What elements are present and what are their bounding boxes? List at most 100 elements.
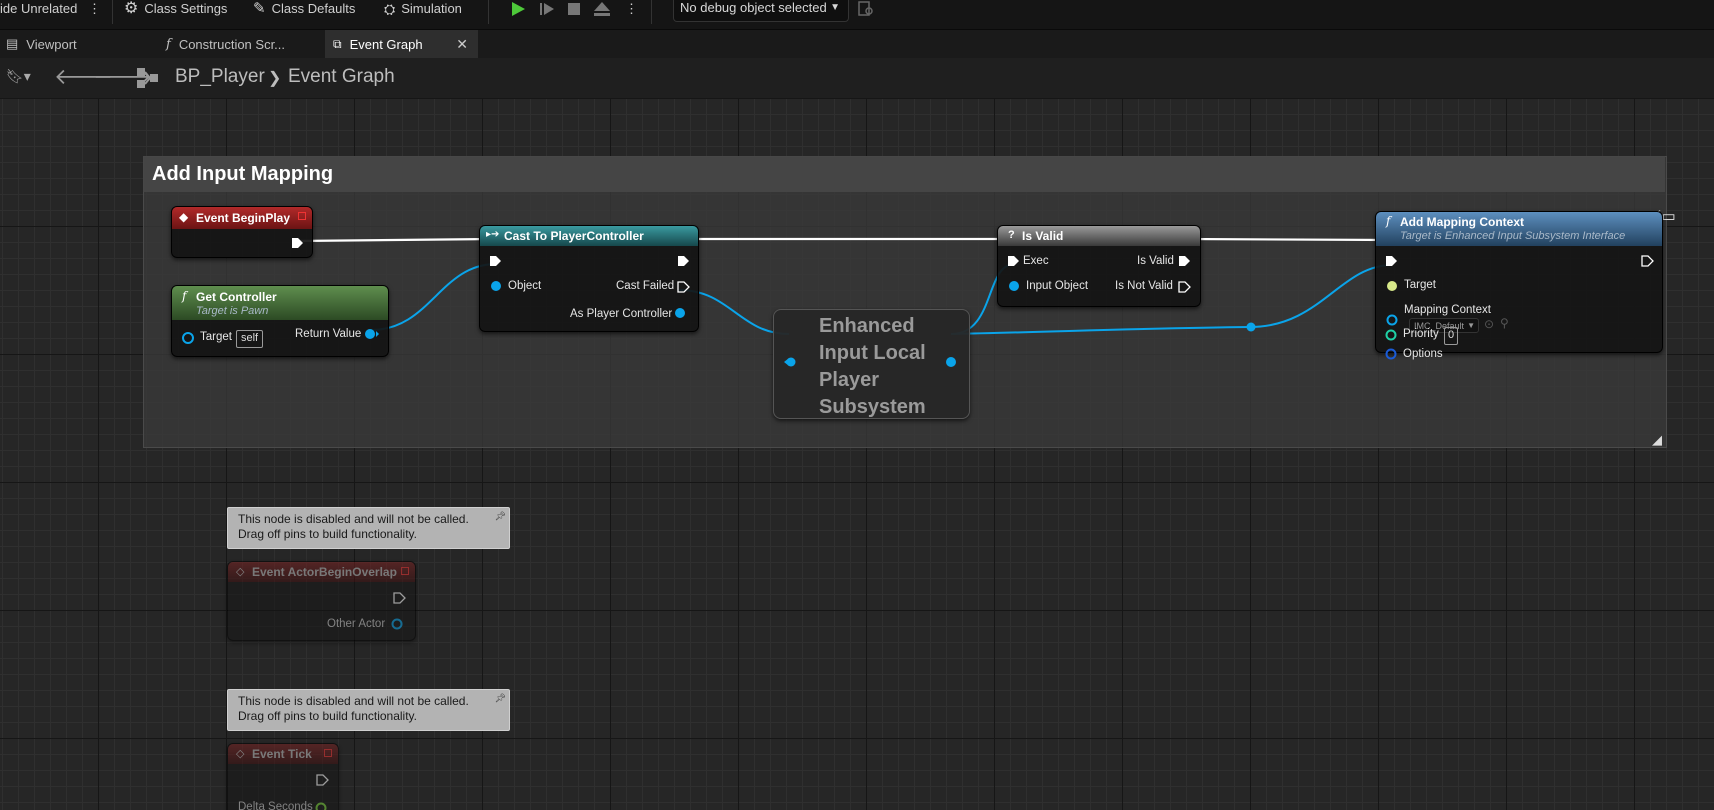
exec-out-pin[interactable] (315, 773, 329, 787)
graph-canvas[interactable]: Add Input Mapping ⚡︎▭ ◢ ◆ Event BeginPla… (0, 98, 1714, 810)
class-settings-button[interactable]: ⚙ Class Settings (124, 0, 227, 18)
toolbar-divider (488, 0, 489, 24)
mapping-context-dropdown[interactable]: IMC_Default ▼ (1409, 318, 1479, 333)
breadcrumb-graph[interactable]: Event Graph (288, 66, 395, 88)
bookmark-icon[interactable]: 🔖︎▾ (6, 68, 31, 85)
find-debug-icon[interactable] (858, 0, 874, 18)
is-valid-pin[interactable] (1177, 254, 1191, 268)
other-actor-label: Other Actor (327, 618, 386, 630)
is-not-valid-label: Is Not Valid (1115, 280, 1173, 292)
step-button[interactable] (534, 0, 560, 18)
hide-unrelated-label: ide Unrelated (0, 1, 78, 16)
input-object-label: Input Object (1026, 280, 1089, 292)
chevron-down-icon: ▼ (830, 2, 840, 13)
browse-search-icon[interactable]: ⚲ (1500, 316, 1509, 330)
simulation-button[interactable]: ⛭ Simulation (384, 0, 462, 18)
stop-icon (568, 3, 580, 15)
viewport-icon: ▤ (6, 36, 19, 51)
exec-out-pin[interactable] (290, 236, 304, 250)
more-options-icon[interactable]: ⋮ (88, 0, 101, 18)
mapping-context-pin[interactable] (1385, 313, 1401, 327)
event-beginplay-node[interactable]: ◆ Event BeginPlay (171, 206, 313, 258)
event-icon: ◇ (236, 748, 245, 760)
use-selected-icon[interactable]: ⊙ (1484, 317, 1494, 331)
play-options-icon[interactable]: ⋮ (625, 0, 638, 18)
add-mapping-context-node[interactable]: f Add Mapping Context Target is Enhanced… (1375, 211, 1663, 353)
wire-reroute-knot (1246, 322, 1256, 332)
class-defaults-button[interactable]: ✎ Class Defaults (253, 0, 355, 18)
hide-unrelated-button[interactable]: ide Unrelated (0, 0, 77, 18)
get-controller-node[interactable]: f Get Controller Target is Pawn Target s… (171, 285, 389, 357)
subsystem-out-pin[interactable] (944, 355, 960, 369)
eject-button[interactable] (589, 0, 615, 18)
target-default-field[interactable]: self (236, 330, 264, 348)
stop-button[interactable] (561, 0, 587, 18)
pin-icon[interactable]: 📌︎ (495, 691, 506, 706)
object-pin[interactable] (489, 279, 505, 293)
return-value-pin[interactable] (364, 327, 380, 341)
as-player-controller-pin[interactable] (673, 306, 689, 320)
delegate-pin-icon[interactable] (324, 749, 332, 757)
delta-seconds-label: Delta Seconds (238, 801, 313, 810)
pin-icon[interactable]: 📌︎ (495, 509, 506, 524)
options-pin[interactable] (1384, 347, 1400, 361)
tab-label: Event Graph (349, 36, 423, 52)
node-title: Cast To PlayerController (504, 229, 644, 243)
play-button[interactable] (505, 0, 531, 18)
simulation-icon: ⛭ (384, 1, 396, 17)
breadcrumb-blueprint[interactable]: BP_Player (175, 66, 265, 88)
is-not-valid-pin[interactable] (1177, 280, 1191, 294)
event-actorbeginoverlap-node[interactable]: ◇ Event ActorBeginOverlap Other Actor (227, 561, 416, 641)
eject-icon (594, 2, 610, 16)
node-title: Add Mapping Context (1400, 215, 1524, 229)
subsystem-in-pin[interactable] (782, 355, 796, 369)
input-object-pin[interactable] (1007, 279, 1023, 293)
delegate-pin-icon[interactable] (298, 212, 306, 220)
function-icon: f (1386, 214, 1391, 228)
exec-in-pin[interactable] (488, 254, 502, 268)
delta-seconds-pin[interactable] (314, 801, 330, 810)
enhanced-input-subsystem-node[interactable]: Enhanced Input Local Player Subsystem (773, 309, 970, 419)
tab-event-graph[interactable]: ⧉ Event Graph ✕ (325, 30, 478, 58)
tooltip-line: This node is disabled and will not be ca… (238, 512, 469, 526)
is-valid-node[interactable]: ? Is Valid Exec Is Valid Input Object Is… (997, 225, 1201, 307)
cast-failed-pin[interactable] (676, 280, 690, 294)
return-value-label: Return Value (295, 328, 362, 340)
debug-object-dropdown[interactable]: No debug object selected ▼ (673, 0, 849, 22)
mapping-context-value: IMC_Default (1414, 321, 1465, 331)
delegate-pin-icon[interactable] (401, 567, 409, 575)
event-tick-node[interactable]: ◇ Event Tick Delta Seconds (227, 743, 339, 810)
exec-out-pin[interactable] (392, 591, 406, 605)
cast-icon: ▸➔ (486, 229, 500, 240)
other-actor-pin[interactable] (390, 617, 406, 631)
target-pin[interactable] (1385, 279, 1401, 293)
node-subtitle: Target is Pawn (196, 305, 269, 317)
node-title: Enhanced Input Local Player Subsystem (819, 315, 926, 418)
blueprint-icon (136, 67, 160, 92)
node-title: Event ActorBeginOverlap (252, 565, 397, 579)
tab-viewport[interactable]: ▤ Viewport (0, 30, 156, 58)
as-player-controller-label: As Player Controller (570, 308, 673, 320)
exec-in-pin[interactable] (1384, 254, 1398, 268)
tooltip-line: Drag off pins to build functionality. (238, 526, 417, 541)
main-toolbar: ide Unrelated ⋮ ⚙ Class Settings ✎ Class… (0, 0, 1714, 30)
class-defaults-label: Class Defaults (271, 1, 356, 16)
exec-wire (1184, 237, 1391, 242)
target-pin[interactable] (181, 331, 195, 345)
cast-to-playercontroller-node[interactable]: ▸➔ Cast To PlayerController Object Cast … (479, 225, 699, 332)
node-title: Event BeginPlay (196, 211, 291, 225)
graph-icon: ⧉ (333, 36, 342, 51)
exec-out-pin[interactable] (676, 254, 690, 268)
mapping-context-label: Mapping Context (1404, 304, 1491, 316)
tab-bar: ▤ Viewport f Construction Scr... ⧉ Event… (0, 30, 1714, 58)
exec-out-pin[interactable] (1640, 254, 1654, 268)
object-wire (370, 263, 496, 331)
exec-in-pin[interactable] (1006, 254, 1020, 268)
tab-construction-script[interactable]: f Construction Scr... (166, 30, 316, 58)
close-icon[interactable]: ✕ (456, 36, 468, 53)
tab-label: Viewport (26, 36, 77, 52)
cast-failed-label: Cast Failed (616, 280, 675, 292)
node-title: Get Controller (196, 290, 277, 304)
is-valid-label: Is Valid (1137, 255, 1174, 267)
exec-wire (295, 237, 494, 243)
